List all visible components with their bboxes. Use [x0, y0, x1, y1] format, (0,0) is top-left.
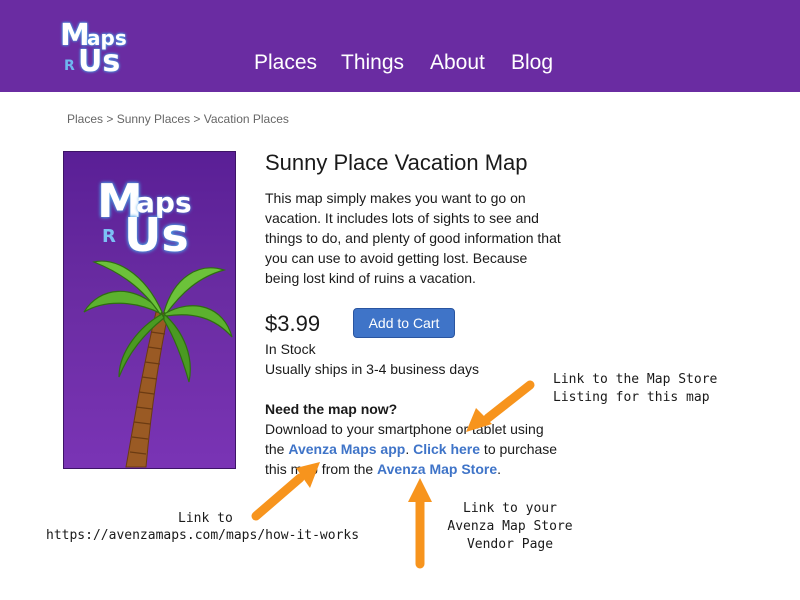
annotation-store-listing-line2: Listing for this map	[553, 390, 710, 405]
download-text-2: .	[405, 441, 414, 457]
product-description: This map simply makes you want to go on …	[265, 190, 561, 286]
add-to-cart-button[interactable]: Add to Cart	[353, 308, 455, 338]
site-logo[interactable]: M aps R Us	[60, 18, 140, 80]
annotation-vendor-line3: Vendor Page	[466, 537, 554, 552]
nav-places[interactable]: Places	[254, 51, 317, 75]
stock-status: In Stock	[265, 341, 316, 357]
shipping-info: Usually ships in 3-4 business days	[265, 361, 479, 377]
logo-text-us: Us	[78, 44, 121, 79]
annotation-avenza-link-url: https://avenzamaps.com/maps/how-it-works	[46, 528, 360, 543]
annotation-vendor-line2: Avenza Map Store	[447, 519, 573, 534]
nav-things[interactable]: Things	[341, 51, 404, 75]
annotation-store-listing: Link to the Map Store Listing for this m…	[553, 371, 717, 407]
avenza-map-store-link[interactable]: Avenza Map Store	[377, 461, 497, 477]
download-text-4: .	[497, 461, 502, 477]
product-image: M aps R Us	[63, 151, 236, 469]
annotation-avenza-link-title: Link to	[178, 511, 233, 526]
arrow-to-store-link	[408, 478, 432, 569]
download-paragraph: Download to your smartphone or tablet us…	[265, 419, 565, 479]
annotation-store-listing-line1: Link to the Map Store	[553, 372, 718, 387]
avenza-maps-app-link[interactable]: Avenza Maps app	[288, 441, 405, 457]
nav-blog[interactable]: Blog	[511, 51, 553, 75]
palm-tree-illustration	[83, 260, 233, 468]
nav-about[interactable]: About	[430, 51, 485, 75]
logo-letter-r: R	[64, 58, 75, 74]
breadcrumb[interactable]: Places > Sunny Places > Vacation Places	[67, 112, 289, 126]
site-header: M aps R Us Places Things About Blog	[0, 0, 800, 92]
product-price: $3.99	[265, 311, 321, 336]
product-title: Sunny Place Vacation Map	[265, 150, 528, 175]
annotation-vendor-page: Link to your Avenza Map Store Vendor Pag…	[440, 500, 580, 554]
click-here-link[interactable]: Click here	[413, 441, 480, 457]
annotation-vendor-line1: Link to your	[463, 501, 557, 516]
need-map-heading: Need the map now?	[265, 401, 398, 417]
